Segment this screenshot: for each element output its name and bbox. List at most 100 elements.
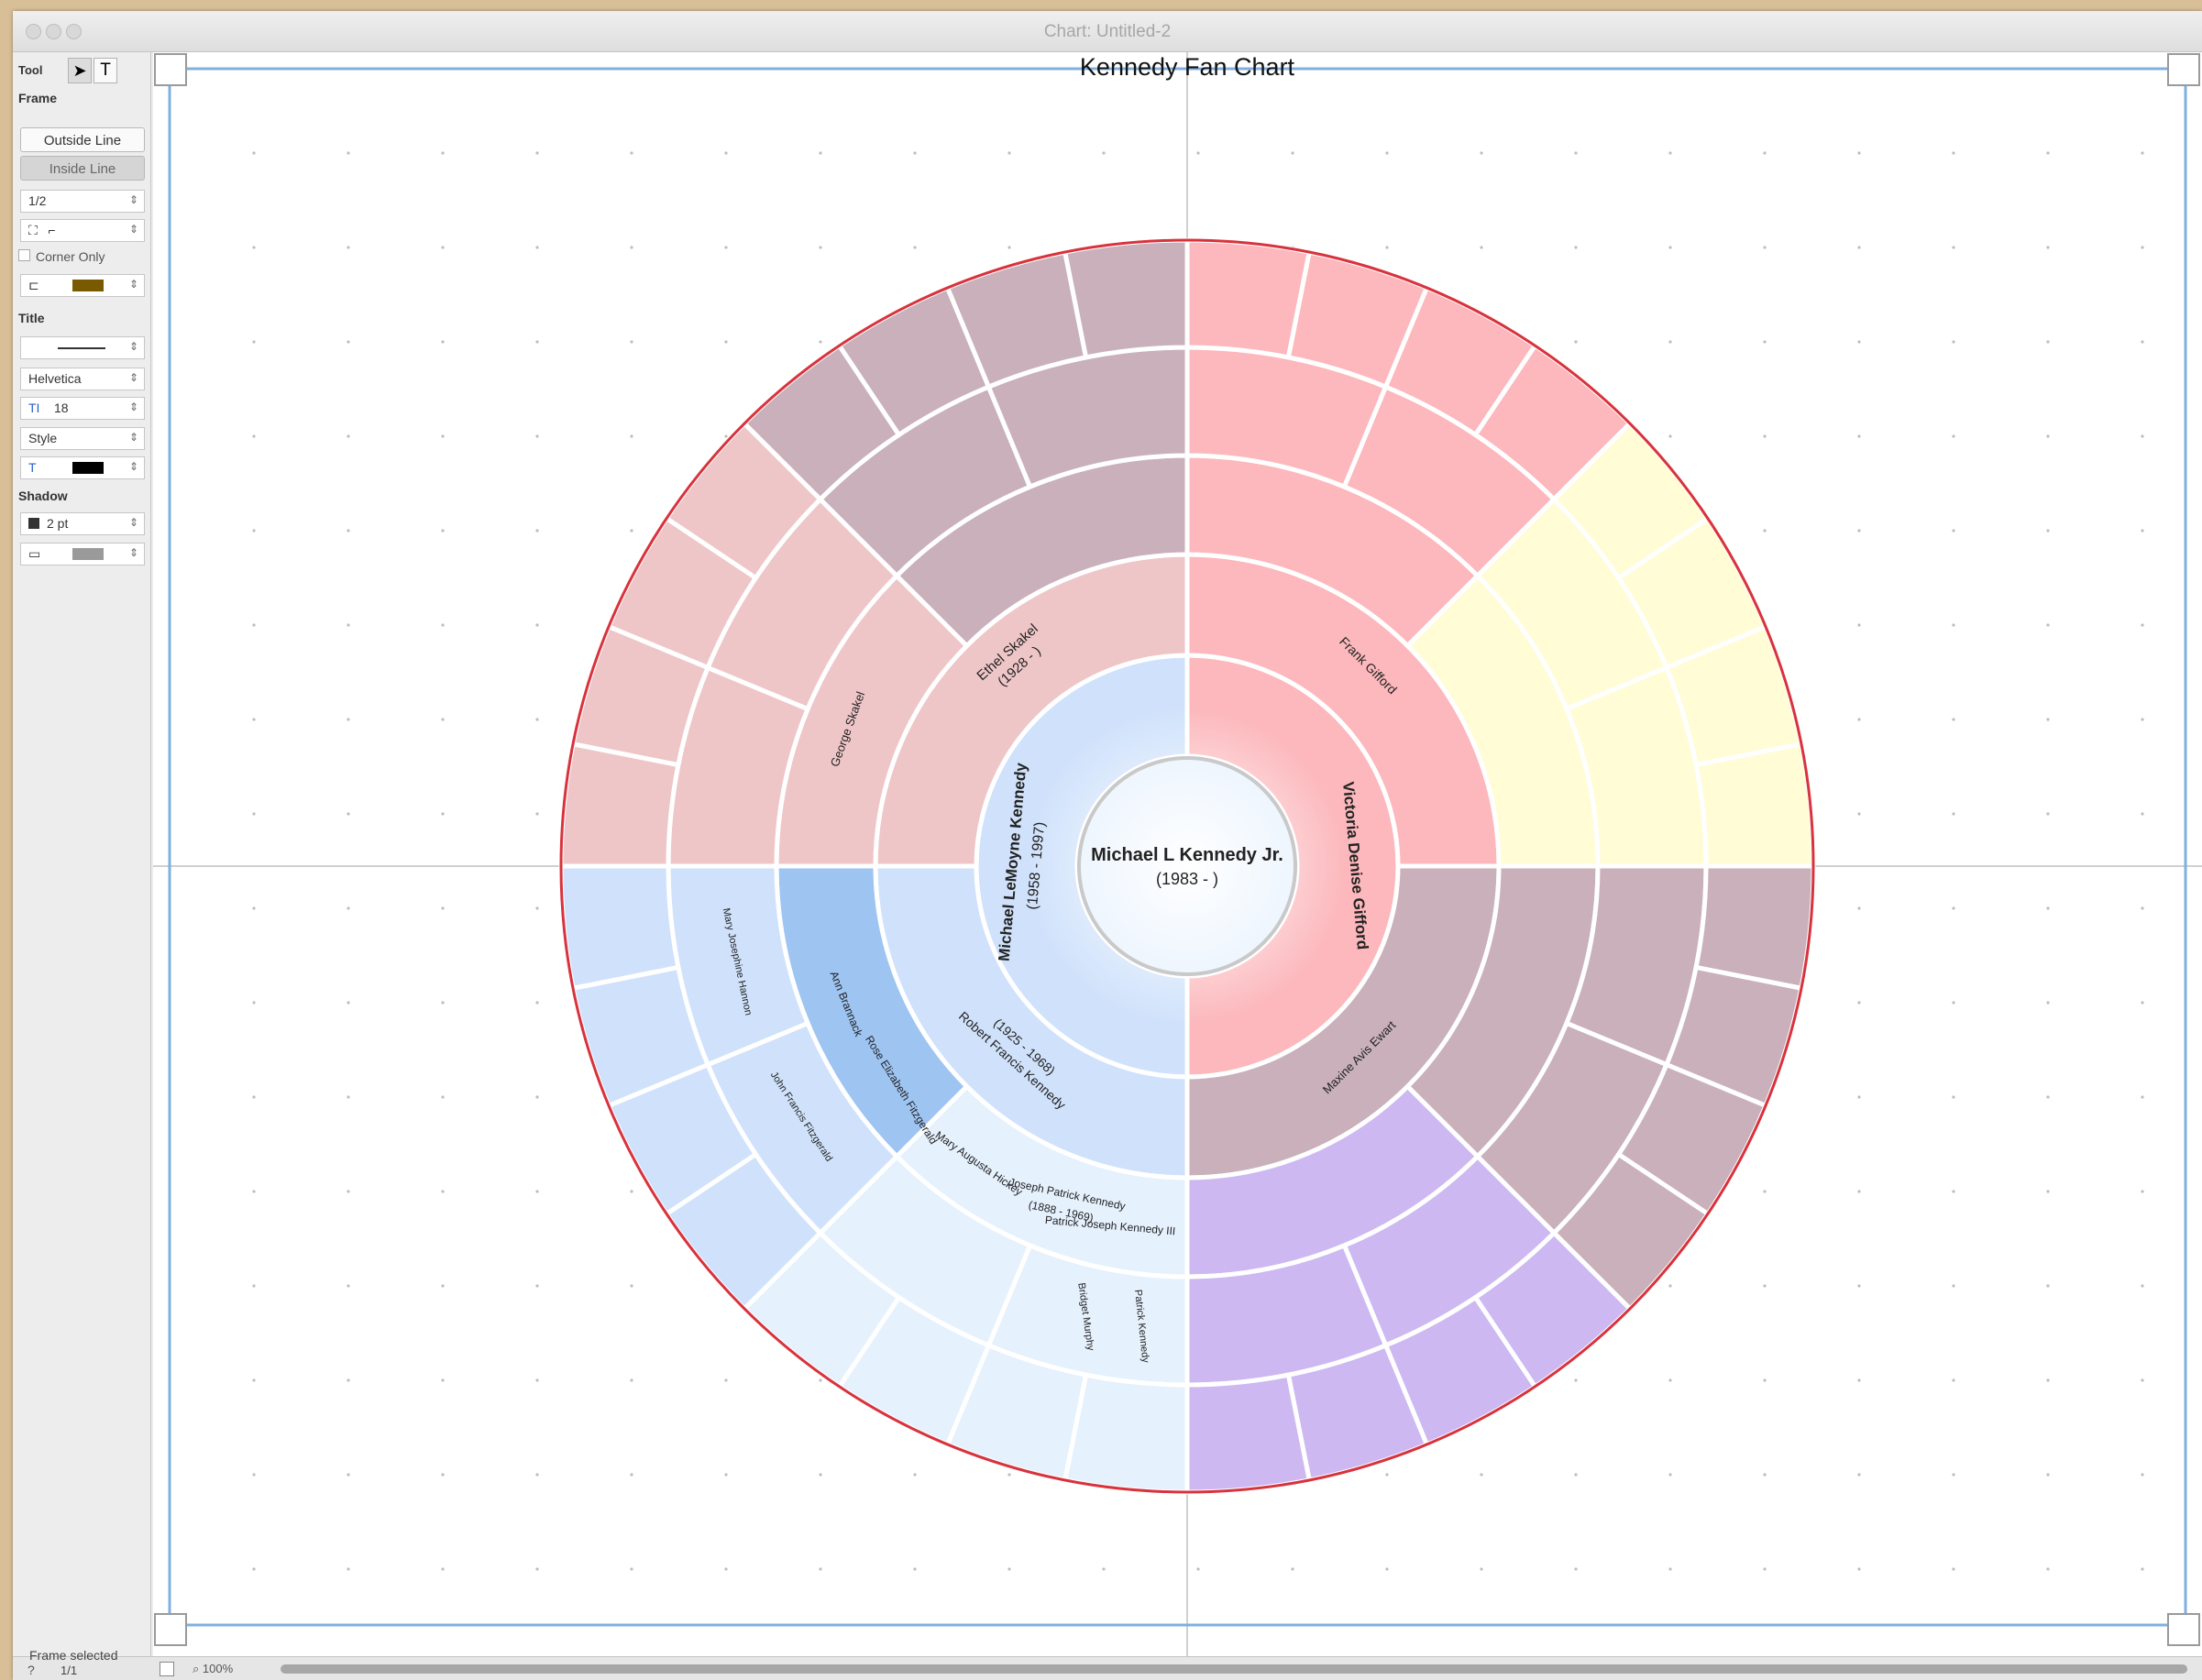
grid-dot bbox=[2046, 246, 2050, 249]
grid-dot bbox=[1952, 623, 1955, 627]
grid-dot bbox=[1196, 151, 1200, 155]
grid-dot bbox=[1385, 246, 1389, 249]
grid-dot bbox=[1952, 1284, 1955, 1288]
style-select[interactable]: Style ⇕ bbox=[20, 427, 145, 450]
fan-segment-gen5[interactable] bbox=[1693, 741, 1816, 869]
grid-dot bbox=[2141, 1473, 2144, 1477]
grid-dot bbox=[724, 1378, 728, 1382]
font-select[interactable]: Helvetica ⇕ bbox=[20, 368, 145, 390]
grid-dot bbox=[535, 1284, 539, 1288]
grid-dot bbox=[535, 812, 539, 816]
grid-dot bbox=[1952, 1001, 1955, 1005]
grid-dot bbox=[441, 1284, 445, 1288]
title-line-select[interactable]: ⇕ bbox=[20, 336, 145, 359]
shadow-color-select[interactable]: ▭ ⇕ bbox=[20, 543, 145, 565]
grid-dot bbox=[347, 1001, 350, 1005]
resize-handle[interactable] bbox=[154, 53, 187, 86]
grid-dot bbox=[1857, 1001, 1861, 1005]
help-icon[interactable]: ? bbox=[28, 1663, 35, 1677]
resize-handle[interactable] bbox=[154, 1613, 187, 1646]
grid-dot bbox=[441, 434, 445, 438]
grid-dot bbox=[2141, 812, 2144, 816]
grid-dot bbox=[2141, 623, 2144, 627]
grid-dot bbox=[1857, 1378, 1861, 1382]
grid-dot bbox=[347, 151, 350, 155]
horizontal-scrollbar[interactable] bbox=[281, 1664, 2187, 1674]
fan-segment-gen5[interactable] bbox=[1184, 1372, 1313, 1495]
corner-only-checkbox[interactable]: Corner Only bbox=[18, 249, 105, 264]
fan-segment-gen5[interactable] bbox=[558, 863, 681, 992]
grid-dot bbox=[2046, 1567, 2050, 1571]
grid-dot bbox=[1952, 529, 1955, 533]
shadow-icon bbox=[28, 518, 39, 529]
grid-dot bbox=[535, 434, 539, 438]
corner-style-select[interactable]: ⛶ ⌐ ⇕ bbox=[20, 219, 145, 242]
grid-dot bbox=[535, 1473, 539, 1477]
grid-dot bbox=[441, 529, 445, 533]
line-width-value: 1/2 bbox=[28, 193, 47, 208]
chart-wedges[interactable] bbox=[558, 237, 1816, 1495]
grid-dot bbox=[819, 1473, 822, 1477]
grid-dot bbox=[1857, 434, 1861, 438]
grid-dot bbox=[1480, 151, 1483, 155]
inside-line-button[interactable]: Inside Line bbox=[20, 156, 145, 181]
grid-dot bbox=[1857, 1190, 1861, 1193]
grid-dot bbox=[630, 1378, 633, 1382]
grid-dot bbox=[1007, 1567, 1011, 1571]
resize-handle[interactable] bbox=[2167, 1613, 2200, 1646]
root-person-circle[interactable] bbox=[1077, 756, 1297, 976]
style-value: Style bbox=[28, 431, 58, 445]
grid-dot bbox=[2141, 1190, 2144, 1193]
shadow-size-select[interactable]: 2 pt ⇕ bbox=[20, 512, 145, 535]
grid-dot bbox=[1480, 1567, 1483, 1571]
grid-dot bbox=[1857, 1095, 1861, 1099]
view-toggle-button[interactable] bbox=[160, 1662, 174, 1676]
grid-dot bbox=[913, 151, 917, 155]
fan-chart[interactable]: Michael L Kennedy Jr.(1983 - )Michael Le… bbox=[153, 52, 2202, 1656]
grid-dot bbox=[347, 1473, 350, 1477]
zoom-value: 100% bbox=[202, 1662, 234, 1675]
grid-dot bbox=[347, 623, 350, 627]
frame-color-select[interactable]: ⊏ ⇕ bbox=[20, 274, 145, 297]
grid-dot bbox=[252, 340, 256, 344]
grid-dot bbox=[724, 1567, 728, 1571]
grid-dot bbox=[2141, 1567, 2144, 1571]
line-width-select[interactable]: 1/2 ⇕ bbox=[20, 190, 145, 213]
text-color-select[interactable]: T ⇕ bbox=[20, 456, 145, 479]
outside-line-button[interactable]: Outside Line bbox=[20, 127, 145, 152]
grid-dot bbox=[1480, 1473, 1483, 1477]
grid-dot bbox=[252, 623, 256, 627]
grid-dot bbox=[724, 340, 728, 344]
grid-dot bbox=[252, 529, 256, 533]
resize-handle[interactable] bbox=[2167, 53, 2200, 86]
grid-dot bbox=[1857, 623, 1861, 627]
grid-dot bbox=[913, 1473, 917, 1477]
grid-dot bbox=[347, 1284, 350, 1288]
grid-dot bbox=[535, 151, 539, 155]
arrow-tool-icon[interactable]: ➤ bbox=[68, 58, 92, 83]
corner-only-label: Corner Only bbox=[36, 249, 105, 264]
fan-segment-gen5[interactable] bbox=[1062, 237, 1190, 360]
grid-dot bbox=[252, 1284, 256, 1288]
chevron-updown-icon: ⇕ bbox=[128, 223, 138, 236]
grid-dot bbox=[2046, 1378, 2050, 1382]
grid-dot bbox=[252, 1473, 256, 1477]
grid-dot bbox=[1857, 529, 1861, 533]
grid-dot bbox=[1952, 1473, 1955, 1477]
grid-dot bbox=[1857, 1284, 1861, 1288]
text-tool-icon[interactable]: T bbox=[94, 58, 117, 83]
grid-dot bbox=[1857, 151, 1861, 155]
grid-dot bbox=[2141, 1095, 2144, 1099]
grid-dot bbox=[441, 151, 445, 155]
grid-dot bbox=[1952, 246, 1955, 249]
chart-canvas[interactable]: Michael L Kennedy Jr. (1983 - ) Michael Le… bbox=[153, 52, 2202, 1656]
grid-dot bbox=[441, 718, 445, 721]
grid-dot bbox=[913, 246, 917, 249]
grid-dot bbox=[1857, 246, 1861, 249]
grid-dot bbox=[819, 1378, 822, 1382]
grid-dot bbox=[1574, 1473, 1578, 1477]
zoom-control[interactable]: ⌕ 100% bbox=[193, 1662, 233, 1676]
grid-dot bbox=[441, 340, 445, 344]
grid-dot bbox=[1952, 906, 1955, 910]
font-size-select[interactable]: TI 18 ⇕ bbox=[20, 397, 145, 420]
